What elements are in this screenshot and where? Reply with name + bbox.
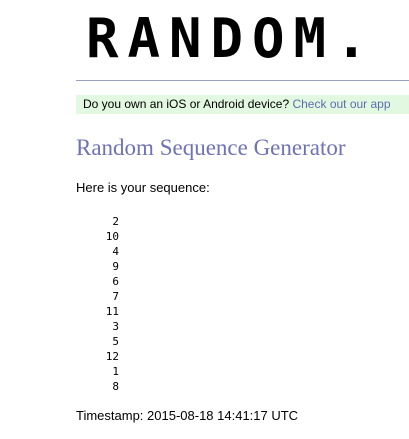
sequence-item: 11 [105, 305, 119, 318]
sequence-item: 10 [105, 230, 119, 243]
sequence-item: 2 [112, 215, 119, 228]
sequence-item: 6 [112, 275, 119, 288]
sequence-item: 4 [112, 245, 119, 258]
sequence-item: 12 [105, 350, 119, 363]
header-divider [76, 80, 409, 81]
sequence-item: 5 [112, 335, 119, 348]
app-promo-link[interactable]: Check out our app [292, 97, 390, 111]
timestamp: Timestamp: 2015-08-18 14:41:17 UTC [76, 408, 299, 423]
promo-text: Do you own an iOS or Android device? [83, 97, 290, 111]
app-promo-banner: Do you own an iOS or Android device? Che… [76, 95, 409, 114]
sequence-list: 2 10 4 9 6 7 11 3 5 12 1 8 [95, 214, 119, 394]
sequence-item: 3 [112, 320, 119, 333]
sequence-intro: Here is your sequence: [76, 180, 210, 195]
sequence-item: 7 [112, 290, 119, 303]
page-title: Random Sequence Generator [76, 135, 346, 160]
sequence-item: 8 [112, 380, 119, 393]
site-logo[interactable]: RANDOM. [86, 12, 377, 66]
sequence-item: 9 [112, 260, 119, 273]
sequence-item: 1 [112, 365, 119, 378]
